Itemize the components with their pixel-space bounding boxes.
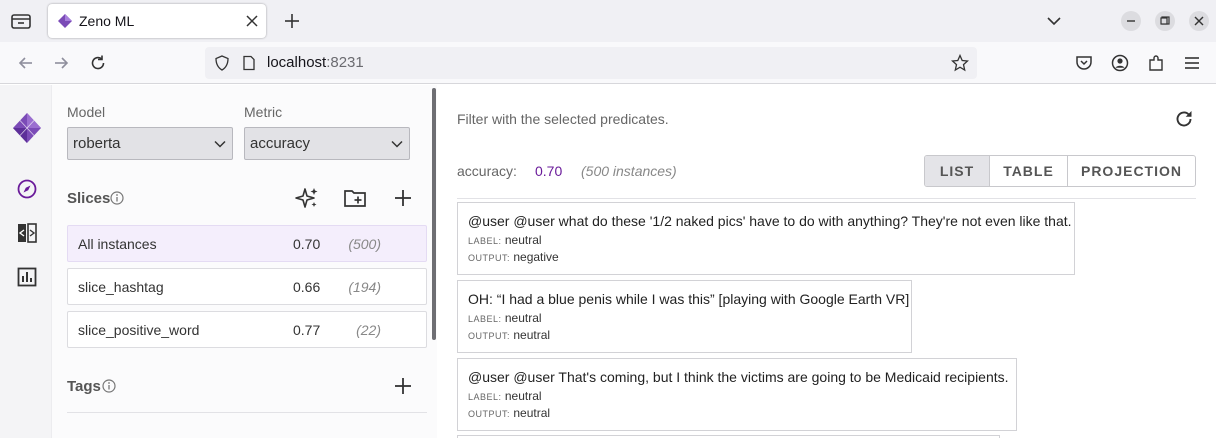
model-label: Model	[67, 104, 106, 120]
pocket-icon[interactable]	[1075, 54, 1093, 72]
sparkle-generate-icon[interactable]	[295, 186, 319, 210]
new-folder-icon[interactable]	[343, 186, 367, 210]
instance-card[interactable]: OH: “I had a blue penis while I was this…	[457, 280, 912, 353]
tab-title: Zeno ML	[79, 13, 135, 29]
instance-label-row: LABEL: neutral	[468, 233, 542, 247]
restore-icon	[1160, 16, 1170, 25]
slice-name: All instances	[78, 236, 157, 252]
tags-info-icon[interactable]	[102, 379, 116, 393]
close-window-icon	[1194, 16, 1204, 26]
label-key: LABEL:	[468, 314, 502, 324]
metric-select-value: accuracy	[250, 135, 311, 152]
bookmark-star-icon[interactable]	[951, 54, 969, 72]
reload-icon[interactable]	[89, 54, 107, 72]
main-panel: Filter with the selected predicates. acc…	[437, 85, 1216, 438]
output-key: OUTPUT:	[468, 331, 511, 341]
slice-name: slice_hashtag	[78, 279, 164, 295]
browser-tab-bar: Zeno ML	[0, 0, 1216, 42]
menu-hamburger-icon[interactable]	[1183, 54, 1201, 72]
chevron-down-icon	[391, 140, 403, 148]
extensions-icon[interactable]	[1147, 54, 1165, 72]
account-icon[interactable]	[1111, 54, 1129, 72]
instance-card[interactable]: @user @user That's coming, but I think t…	[457, 358, 1017, 431]
list-view-button[interactable]: LIST	[925, 156, 990, 186]
instance-text: OH: “I had a blue penis while I was this…	[468, 291, 910, 307]
compare-icon[interactable]	[17, 223, 37, 243]
tags-divider	[67, 412, 427, 413]
browser-nav-bar: localhost:8231	[0, 42, 1216, 84]
tags-title: Tags	[67, 378, 101, 395]
label-key: LABEL:	[468, 392, 502, 402]
output-value: negative	[513, 250, 559, 264]
restore-button[interactable]	[1155, 11, 1175, 31]
slice-row-all-instances[interactable]: All instances 0.70 (500)	[67, 225, 427, 262]
instance-text: @user @user what do these '1/2 naked pic…	[468, 213, 1072, 229]
main-divider	[457, 198, 1196, 199]
filter-description: Filter with the selected predicates.	[457, 111, 669, 127]
refresh-icon[interactable]	[1174, 109, 1194, 129]
add-tag-icon[interactable]	[391, 374, 415, 398]
instance-card[interactable]: @user @user what do these '1/2 naked pic…	[457, 202, 1075, 275]
tab-list-icon[interactable]	[10, 11, 32, 31]
instance-output-row: OUTPUT: negative	[468, 250, 559, 264]
icon-sidebar	[0, 85, 52, 438]
output-key: OUTPUT:	[468, 409, 511, 419]
slice-sidebar: Model roberta Metric accuracy Slices All…	[52, 85, 437, 438]
output-value: neutral	[513, 406, 551, 420]
slice-metric: 0.70	[293, 236, 321, 252]
slice-count: (22)	[356, 322, 381, 338]
instance-label-row: LABEL: neutral	[468, 311, 542, 325]
label-value: neutral	[504, 233, 542, 247]
instance-output-row: OUTPUT: neutral	[468, 328, 550, 342]
close-window-button[interactable]	[1189, 11, 1209, 31]
instance-count: (500 instances)	[581, 163, 677, 179]
model-select[interactable]: roberta	[67, 127, 233, 160]
table-view-button[interactable]: TABLE	[990, 156, 1068, 186]
url-text: localhost:8231	[267, 54, 364, 71]
minimize-icon	[1127, 20, 1135, 22]
label-key: LABEL:	[468, 236, 502, 246]
zeno-logo-icon[interactable]	[12, 112, 42, 144]
add-slice-icon[interactable]	[391, 186, 415, 210]
page-info-icon[interactable]	[241, 55, 257, 71]
output-key: OUTPUT:	[468, 253, 511, 263]
slice-count: (500)	[348, 236, 381, 252]
zeno-favicon-icon	[58, 14, 72, 28]
chevron-down-icon	[214, 140, 226, 148]
instance-output-row: OUTPUT: neutral	[468, 406, 550, 420]
label-value: neutral	[504, 311, 542, 325]
slice-row-hashtag[interactable]: slice_hashtag 0.66 (194)	[67, 268, 427, 305]
sidebar-scrollbar[interactable]	[432, 88, 436, 340]
projection-view-button[interactable]: PROJECTION	[1068, 156, 1195, 186]
back-arrow-icon[interactable]	[17, 54, 35, 72]
slices-title: Slices	[67, 190, 111, 207]
model-select-value: roberta	[73, 135, 121, 152]
close-tab-icon[interactable]	[245, 14, 259, 28]
metric-summary-value: 0.70	[535, 163, 563, 179]
explore-compass-icon[interactable]	[17, 179, 37, 199]
metric-select[interactable]: accuracy	[244, 127, 410, 160]
slice-row-positive-word[interactable]: slice_positive_word 0.77 (22)	[67, 311, 427, 348]
tab-overflow-chevron-icon[interactable]	[1045, 12, 1063, 30]
address-bar[interactable]: localhost:8231	[205, 47, 977, 79]
instance-label-row: LABEL: neutral	[468, 389, 542, 403]
label-value: neutral	[504, 389, 542, 403]
new-tab-icon[interactable]	[283, 12, 301, 30]
slice-count: (194)	[348, 279, 381, 295]
output-value: neutral	[513, 328, 551, 342]
slice-name: slice_positive_word	[78, 322, 200, 338]
browser-tab[interactable]: Zeno ML	[48, 4, 266, 38]
metric-label: Metric	[244, 104, 283, 120]
zeno-app: Model roberta Metric accuracy Slices All…	[0, 85, 1216, 438]
slice-metric: 0.66	[293, 279, 321, 295]
view-toggle: LIST TABLE PROJECTION	[924, 155, 1196, 187]
metric-summary-label: accuracy:	[457, 163, 517, 179]
slice-metric: 0.77	[293, 322, 321, 338]
shield-icon[interactable]	[214, 55, 230, 71]
slices-info-icon[interactable]	[110, 191, 124, 205]
forward-arrow-icon[interactable]	[52, 54, 70, 72]
chart-icon[interactable]	[17, 267, 37, 287]
minimize-button[interactable]	[1121, 11, 1141, 31]
instance-text: @user @user That's coming, but I think t…	[468, 369, 1009, 385]
